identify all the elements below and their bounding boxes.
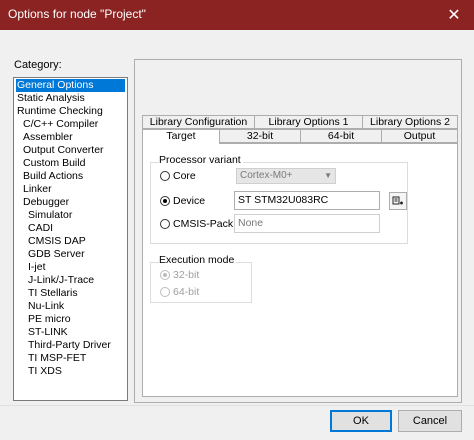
execution-mode-label: Execution mode: [159, 254, 237, 266]
cmsis-pack-radio[interactable]: [160, 219, 170, 229]
category-item-linker[interactable]: Linker: [14, 183, 127, 196]
tab-library-options-2[interactable]: Library Options 2: [362, 115, 458, 129]
category-item-nu-link[interactable]: Nu-Link: [14, 300, 127, 313]
category-item-ti-xds[interactable]: TI XDS: [14, 365, 127, 378]
category-item-gdb-server[interactable]: GDB Server: [14, 248, 127, 261]
category-item-st-link[interactable]: ST-LINK: [14, 326, 127, 339]
device-field[interactable]: ST STM32U083RC: [234, 191, 380, 210]
tab-library-options-1[interactable]: Library Options 1: [254, 115, 363, 129]
tab-output[interactable]: Output: [381, 129, 458, 143]
title-bar: Options for node "Project" ✕: [0, 0, 474, 30]
category-item-general-options[interactable]: General Options: [16, 79, 125, 92]
category-item-output-converter[interactable]: Output Converter: [14, 144, 127, 157]
ok-button[interactable]: OK: [330, 410, 392, 432]
tab-target[interactable]: Target: [142, 129, 220, 144]
category-item-simulator[interactable]: Simulator: [14, 209, 127, 222]
category-item-ti-msp-fet[interactable]: TI MSP-FET: [14, 352, 127, 365]
tab-64-bit[interactable]: 64-bit: [300, 129, 382, 143]
category-item-j-link[interactable]: J-Link/J-Trace: [14, 274, 127, 287]
execution-64-bit-radio: [160, 287, 170, 297]
processor-variant-label: Processor variant: [159, 154, 243, 166]
category-label: Category:: [14, 59, 62, 71]
category-item-custom-build[interactable]: Custom Build: [14, 157, 127, 170]
execution-64-bit-label: 64-bit: [173, 286, 200, 298]
divider: [0, 405, 474, 406]
category-item-cmsis-dap[interactable]: CMSIS DAP: [14, 235, 127, 248]
close-button[interactable]: ✕: [434, 0, 474, 30]
category-item-pe-micro[interactable]: PE micro: [14, 313, 127, 326]
category-item-ti-stellaris[interactable]: TI Stellaris: [14, 287, 127, 300]
chevron-down-icon: ▼: [324, 171, 332, 180]
window-title: Options for node "Project": [8, 7, 146, 21]
device-list-icon: [392, 196, 403, 205]
close-icon: ✕: [447, 7, 461, 24]
category-item-i-jet[interactable]: I-jet: [14, 261, 127, 274]
category-item-runtime-checking[interactable]: Runtime Checking: [14, 105, 127, 118]
device-label: Device: [173, 195, 206, 207]
core-select: Cortex-M0+ ▼: [236, 168, 336, 184]
category-item-static-analysis[interactable]: Static Analysis: [14, 92, 127, 105]
device-radio[interactable]: [160, 196, 170, 206]
execution-32-bit-radio: [160, 270, 170, 280]
category-item-cadi[interactable]: CADI: [14, 222, 127, 235]
core-select-value: Cortex-M0+: [240, 170, 293, 181]
category-item-third-party-driver[interactable]: Third-Party Driver: [14, 339, 127, 352]
device-select-button[interactable]: [389, 192, 407, 210]
core-radio[interactable]: [160, 171, 170, 181]
execution-32-bit-label: 32-bit: [173, 269, 200, 281]
category-item-assembler[interactable]: Assembler: [14, 131, 127, 144]
category-list[interactable]: General Options Static Analysis Runtime …: [13, 77, 128, 401]
cmsis-pack-label: CMSIS-Pack: [173, 218, 234, 230]
category-item-build-actions[interactable]: Build Actions: [14, 170, 127, 183]
cmsis-pack-field: None: [234, 214, 380, 233]
tab-32-bit[interactable]: 32-bit: [219, 129, 301, 143]
core-label: Core: [173, 170, 196, 182]
category-item-debugger[interactable]: Debugger: [14, 196, 127, 209]
category-item-c-cpp-compiler[interactable]: C/C++ Compiler: [14, 118, 127, 131]
tab-library-configuration[interactable]: Library Configuration: [142, 115, 255, 129]
cancel-button[interactable]: Cancel: [398, 410, 462, 432]
target-tab-content: Processor variant Core Cortex-M0+ ▼ Devi…: [142, 143, 458, 397]
